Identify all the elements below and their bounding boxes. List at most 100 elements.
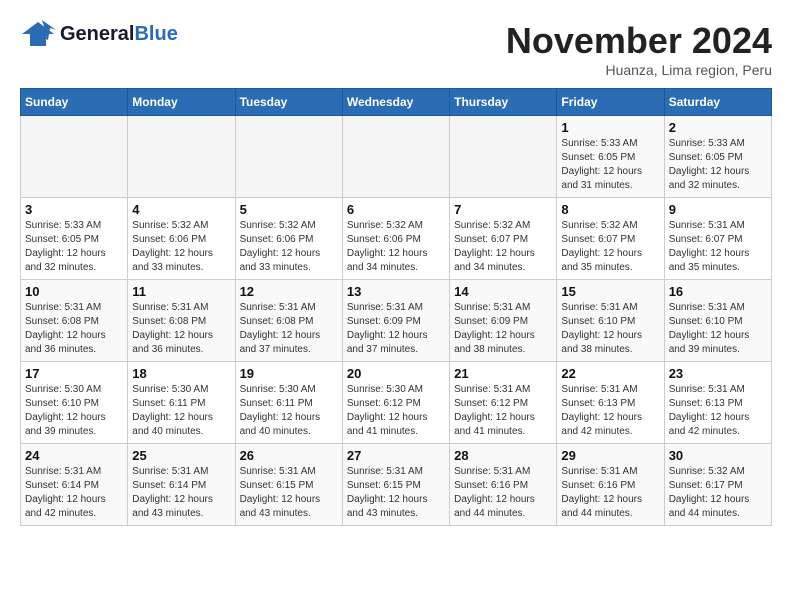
calendar-cell [235, 116, 342, 198]
weekday-header-row: SundayMondayTuesdayWednesdayThursdayFrid… [21, 89, 772, 116]
calendar-cell: 22 Sunrise: 5:31 AM Sunset: 6:13 PM Dayli… [557, 362, 664, 444]
calendar-table: SundayMondayTuesdayWednesdayThursdayFrid… [20, 88, 772, 526]
day-info: Sunrise: 5:30 AM Sunset: 6:11 PM Dayligh… [240, 383, 338, 439]
calendar-cell [21, 116, 128, 198]
day-info: Sunrise: 5:31 AM Sunset: 6:09 PM Dayligh… [454, 301, 552, 357]
day-number: 25 [132, 448, 230, 463]
day-info: Sunrise: 5:32 AM Sunset: 6:06 PM Dayligh… [240, 219, 338, 275]
day-info: Sunrise: 5:31 AM Sunset: 6:08 PM Dayligh… [25, 301, 123, 357]
day-number: 28 [454, 448, 552, 463]
day-info: Sunrise: 5:31 AM Sunset: 6:16 PM Dayligh… [454, 465, 552, 521]
day-info: Sunrise: 5:31 AM Sunset: 6:13 PM Dayligh… [561, 383, 659, 439]
weekday-header-friday: Friday [557, 89, 664, 116]
day-number: 17 [25, 366, 123, 381]
calendar-cell: 24 Sunrise: 5:31 AM Sunset: 6:14 PM Dayli… [21, 444, 128, 526]
day-info: Sunrise: 5:33 AM Sunset: 6:05 PM Dayligh… [25, 219, 123, 275]
logo-icon [20, 20, 56, 48]
calendar-cell: 28 Sunrise: 5:31 AM Sunset: 6:16 PM Dayli… [450, 444, 557, 526]
page-header: GeneralBlue November 2024 Huanza, Lima r… [20, 20, 772, 78]
calendar-cell: 14 Sunrise: 5:31 AM Sunset: 6:09 PM Dayli… [450, 280, 557, 362]
day-number: 6 [347, 202, 445, 217]
day-info: Sunrise: 5:31 AM Sunset: 6:10 PM Dayligh… [561, 301, 659, 357]
day-info: Sunrise: 5:30 AM Sunset: 6:10 PM Dayligh… [25, 383, 123, 439]
calendar-cell: 20 Sunrise: 5:30 AM Sunset: 6:12 PM Dayli… [342, 362, 449, 444]
calendar-cell: 1Sunrise: 5:33 AM Sunset: 6:05 PM Daylig… [557, 116, 664, 198]
weekday-header-wednesday: Wednesday [342, 89, 449, 116]
day-number: 1 [561, 120, 659, 135]
month-title: November 2024 [506, 20, 772, 62]
calendar-cell: 23Sunrise: 5:31 AM Sunset: 6:13 PM Dayli… [664, 362, 771, 444]
day-info: Sunrise: 5:32 AM Sunset: 6:06 PM Dayligh… [132, 219, 230, 275]
calendar-cell: 5 Sunrise: 5:32 AM Sunset: 6:06 PM Daylig… [235, 198, 342, 280]
day-number: 2 [669, 120, 767, 135]
day-info: Sunrise: 5:31 AM Sunset: 6:15 PM Dayligh… [240, 465, 338, 521]
calendar-week-4: 17 Sunrise: 5:30 AM Sunset: 6:10 PM Dayli… [21, 362, 772, 444]
calendar-cell: 8 Sunrise: 5:32 AM Sunset: 6:07 PM Daylig… [557, 198, 664, 280]
day-number: 12 [240, 284, 338, 299]
logo-blue-text: Blue [134, 23, 177, 45]
day-info: Sunrise: 5:32 AM Sunset: 6:07 PM Dayligh… [454, 219, 552, 275]
calendar-cell: 7 Sunrise: 5:32 AM Sunset: 6:07 PM Daylig… [450, 198, 557, 280]
weekday-header-saturday: Saturday [664, 89, 771, 116]
day-info: Sunrise: 5:31 AM Sunset: 6:15 PM Dayligh… [347, 465, 445, 521]
day-info: Sunrise: 5:30 AM Sunset: 6:11 PM Dayligh… [132, 383, 230, 439]
calendar-cell: 13 Sunrise: 5:31 AM Sunset: 6:09 PM Dayli… [342, 280, 449, 362]
day-number: 5 [240, 202, 338, 217]
calendar-cell: 4 Sunrise: 5:32 AM Sunset: 6:06 PM Daylig… [128, 198, 235, 280]
day-number: 14 [454, 284, 552, 299]
day-info: Sunrise: 5:32 AM Sunset: 6:07 PM Dayligh… [561, 219, 659, 275]
calendar-cell: 2 Sunrise: 5:33 AM Sunset: 6:05 PM Daylig… [664, 116, 771, 198]
calendar-cell: 21 Sunrise: 5:31 AM Sunset: 6:12 PM Dayli… [450, 362, 557, 444]
day-number: 20 [347, 366, 445, 381]
calendar-cell: 27 Sunrise: 5:31 AM Sunset: 6:15 PM Dayli… [342, 444, 449, 526]
day-number: 19 [240, 366, 338, 381]
day-number: 15 [561, 284, 659, 299]
weekday-header-sunday: Sunday [21, 89, 128, 116]
calendar-cell [128, 116, 235, 198]
day-info: Sunrise: 5:32 AM Sunset: 6:17 PM Dayligh… [669, 465, 767, 521]
day-number: 4 [132, 202, 230, 217]
calendar-cell: 18 Sunrise: 5:30 AM Sunset: 6:11 PM Dayli… [128, 362, 235, 444]
day-number: 23 [669, 366, 767, 381]
day-number: 26 [240, 448, 338, 463]
day-number: 10 [25, 284, 123, 299]
calendar-cell: 10 Sunrise: 5:31 AM Sunset: 6:08 PM Dayli… [21, 280, 128, 362]
day-number: 18 [132, 366, 230, 381]
day-number: 16 [669, 284, 767, 299]
calendar-cell: 29 Sunrise: 5:31 AM Sunset: 6:16 PM Dayli… [557, 444, 664, 526]
calendar-cell: 12 Sunrise: 5:31 AM Sunset: 6:08 PM Dayli… [235, 280, 342, 362]
weekday-header-monday: Monday [128, 89, 235, 116]
day-number: 8 [561, 202, 659, 217]
day-number: 21 [454, 366, 552, 381]
calendar-cell: 6Sunrise: 5:32 AM Sunset: 6:06 PM Daylig… [342, 198, 449, 280]
day-info: Sunrise: 5:31 AM Sunset: 6:07 PM Dayligh… [669, 219, 767, 275]
day-number: 13 [347, 284, 445, 299]
calendar-cell [450, 116, 557, 198]
day-info: Sunrise: 5:31 AM Sunset: 6:08 PM Dayligh… [240, 301, 338, 357]
calendar-week-2: 3Sunrise: 5:33 AM Sunset: 6:05 PM Daylig… [21, 198, 772, 280]
day-info: Sunrise: 5:30 AM Sunset: 6:12 PM Dayligh… [347, 383, 445, 439]
calendar-cell: 25 Sunrise: 5:31 AM Sunset: 6:14 PM Dayli… [128, 444, 235, 526]
calendar-cell: 11Sunrise: 5:31 AM Sunset: 6:08 PM Dayli… [128, 280, 235, 362]
day-info: Sunrise: 5:31 AM Sunset: 6:14 PM Dayligh… [25, 465, 123, 521]
day-info: Sunrise: 5:31 AM Sunset: 6:16 PM Dayligh… [561, 465, 659, 521]
day-number: 27 [347, 448, 445, 463]
day-number: 9 [669, 202, 767, 217]
calendar-cell: 15 Sunrise: 5:31 AM Sunset: 6:10 PM Dayli… [557, 280, 664, 362]
day-info: Sunrise: 5:31 AM Sunset: 6:12 PM Dayligh… [454, 383, 552, 439]
calendar-cell [342, 116, 449, 198]
logo: GeneralBlue [20, 20, 178, 48]
calendar-cell: 9 Sunrise: 5:31 AM Sunset: 6:07 PM Daylig… [664, 198, 771, 280]
day-info: Sunrise: 5:33 AM Sunset: 6:05 PM Dayligh… [669, 137, 767, 193]
logo-general-text: General [60, 23, 134, 45]
day-number: 22 [561, 366, 659, 381]
day-number: 7 [454, 202, 552, 217]
weekday-header-tuesday: Tuesday [235, 89, 342, 116]
day-number: 24 [25, 448, 123, 463]
day-info: Sunrise: 5:31 AM Sunset: 6:09 PM Dayligh… [347, 301, 445, 357]
calendar-cell: 3Sunrise: 5:33 AM Sunset: 6:05 PM Daylig… [21, 198, 128, 280]
day-info: Sunrise: 5:31 AM Sunset: 6:14 PM Dayligh… [132, 465, 230, 521]
calendar-week-3: 10 Sunrise: 5:31 AM Sunset: 6:08 PM Dayli… [21, 280, 772, 362]
calendar-cell: 17 Sunrise: 5:30 AM Sunset: 6:10 PM Dayli… [21, 362, 128, 444]
day-number: 29 [561, 448, 659, 463]
